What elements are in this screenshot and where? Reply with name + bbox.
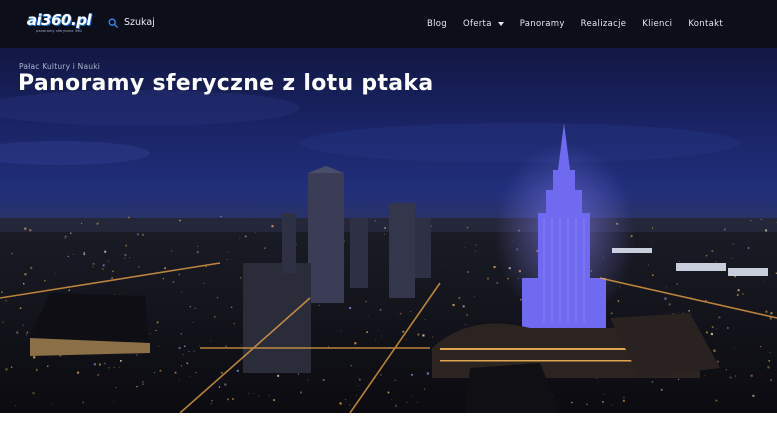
search-input[interactable] [124,17,204,28]
chevron-down-icon [497,22,504,26]
main-nav: Blog Oferta Panoramy Realizacje Klienci … [427,0,723,48]
nav-oferta-label: Oferta [462,19,492,29]
nav-klienci[interactable]: Klienci [642,19,672,29]
nav-realizacje[interactable]: Realizacje [581,19,627,29]
site-logo[interactable]: ai360.pl panoramy sferyczne 360 [26,11,92,36]
logo-subtext: panoramy sferyczne 360 [36,29,82,33]
hero-banner [0,48,777,413]
logo-text: ai360.pl [26,11,92,29]
search-box[interactable] [108,17,204,28]
page-title: Panoramy sferyczne z lotu ptaka [18,71,434,96]
city-night-panorama [0,90,777,413]
nav-realizacje-label: Realizacje [580,19,627,29]
site-header: ai360.pl panoramy sferyczne 360 Blog Ofe… [0,0,777,48]
nav-oferta[interactable]: Oferta [463,19,504,29]
breadcrumb[interactable]: Pałac Kultury i Nauki [19,62,100,71]
nav-panoramy[interactable]: Panoramy [520,19,565,29]
nav-kontakt[interactable]: Kontakt [688,19,723,29]
nav-blog[interactable]: Blog [427,19,447,29]
nav-kontakt-label: Kontakt [688,19,723,29]
nav-blog-label: Blog [426,19,447,29]
nav-panoramy-label: Panoramy [519,19,565,29]
nav-klienci-label: Klienci [642,19,673,29]
search-icon [108,18,118,28]
